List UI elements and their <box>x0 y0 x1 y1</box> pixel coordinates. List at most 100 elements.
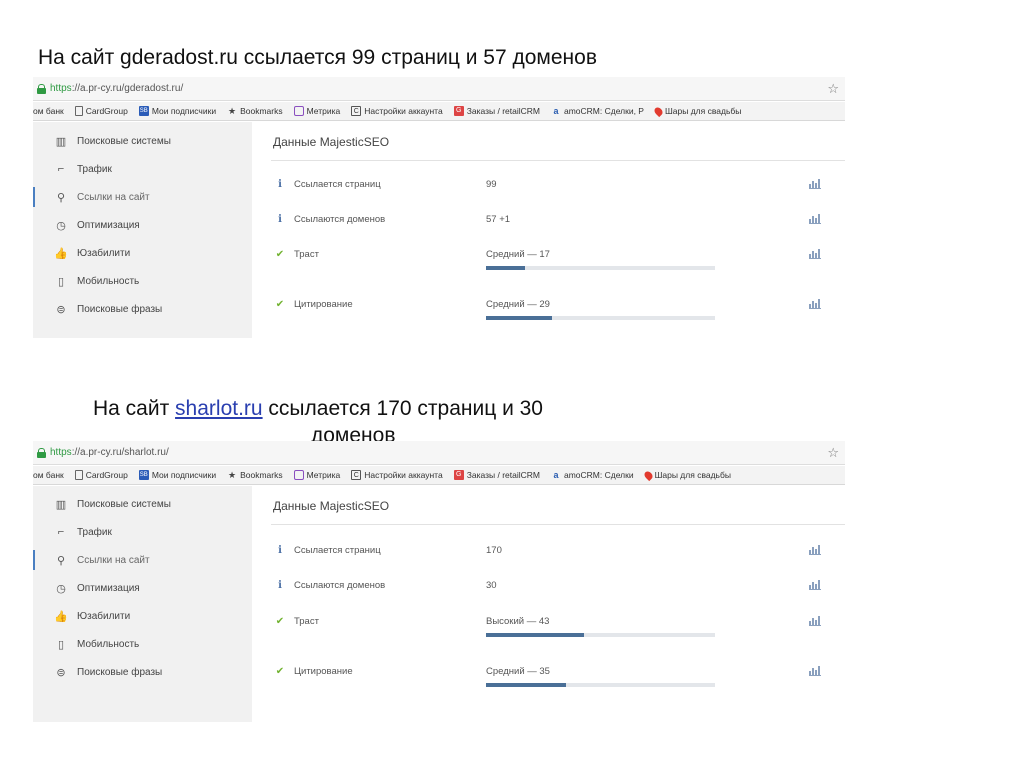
bookmark-label: Шары для свадьбы <box>654 470 731 480</box>
sidebar: ▥ Поисковые системы ⌐ Трафик ⚲ Ссылки на са… <box>33 486 252 722</box>
sidebar-item-search-phrases[interactable]: ⊜ Поисковые фразы <box>33 662 252 682</box>
sidebar-item-mobile[interactable]: ▯ Мобильность <box>33 271 252 291</box>
check-icon: ✔ <box>275 249 285 260</box>
bookmark-item[interactable]: ом банк <box>33 470 64 480</box>
history-chart-icon[interactable] <box>809 249 821 259</box>
bookmark-label: Заказы / retailCRM <box>466 470 540 480</box>
metric-value: 30 <box>486 580 497 591</box>
bookmark-label: Настройки аккаунта <box>364 470 443 480</box>
check-icon: ✔ <box>275 616 285 627</box>
metrika-icon <box>293 470 304 480</box>
info-icon[interactable]: i <box>275 545 285 557</box>
sidebar-item-traffic[interactable]: ⌐ Трафик <box>33 522 252 542</box>
main-panel: Данные MajesticSEO i Ссылается страниц 1… <box>252 486 845 723</box>
bookmark-item[interactable]: ом банк <box>33 106 64 116</box>
metric-value: Средний — 29 <box>486 299 550 310</box>
g-icon: G <box>453 470 464 480</box>
history-chart-icon[interactable] <box>809 666 821 676</box>
bookmark-item[interactable]: a amoCRM: Сделки, Р <box>551 106 644 116</box>
search-systems-icon: ▥ <box>55 498 67 511</box>
sidebar-item-label: Ссылки на сайт <box>77 191 150 203</box>
metric-row: i Ссылаются доменов 30 <box>252 577 845 597</box>
sidebar-item-label: Юзабилити <box>77 247 131 259</box>
bookmark-item[interactable]: ★ Bookmarks <box>227 470 283 480</box>
sidebar-item-optimization[interactable]: ◷ Оптимизация <box>33 578 252 598</box>
c-icon: C <box>351 470 362 480</box>
address-bar[interactable]: https ://a.pr-cy.ru/sharlot.ru/ ☆ <box>33 441 845 465</box>
bookmark-item[interactable]: ★ Bookmarks <box>227 106 283 116</box>
info-icon[interactable]: i <box>275 214 285 226</box>
progress-fill <box>486 266 525 270</box>
doc-icon <box>74 106 83 116</box>
metric-row: i Ссылается страниц 99 <box>252 176 845 196</box>
bookmark-item[interactable]: Метрика <box>293 470 340 480</box>
sidebar-item-search-systems[interactable]: ▥ Поисковые системы <box>33 494 252 514</box>
sidebar: ▥ Поисковые системы ⌐ Трафик ⚲ Ссылки на са… <box>33 122 252 338</box>
divider <box>271 160 845 161</box>
bookmark-item[interactable]: C Настройки аккаунта <box>351 470 443 480</box>
traffic-chart-icon: ⌐ <box>57 526 65 538</box>
pin-icon <box>642 469 654 481</box>
search-systems-icon: ▥ <box>55 135 67 148</box>
bookmark-item[interactable]: Метрика <box>293 106 340 116</box>
bookmark-item[interactable]: SB Мои подписчики <box>138 106 216 116</box>
panel-title: Данные MajesticSEO <box>273 499 390 513</box>
metric-row: ✔ Цитирование Средний — 29 <box>252 296 845 320</box>
history-chart-icon[interactable] <box>809 616 821 626</box>
sidebar-item-search-phrases[interactable]: ⊜ Поисковые фразы <box>33 299 252 319</box>
bookmark-star-icon[interactable]: ☆ <box>827 445 839 461</box>
sidebar-item-links[interactable]: ⚲ Ссылки на сайт <box>33 187 252 207</box>
progress-fill <box>486 633 585 637</box>
traffic-chart-icon: ⌐ <box>57 163 65 175</box>
bookmarks-bar: ом банк CardGroup SB Мои подписчики ★ Book… <box>33 466 845 485</box>
metric-label: Траст <box>294 249 319 260</box>
info-icon[interactable]: i <box>275 580 285 592</box>
bookmark-item[interactable]: CardGroup <box>74 470 128 480</box>
amo-icon: a <box>553 470 559 480</box>
sb-icon: SB <box>138 106 149 116</box>
mobile-icon: ▯ <box>57 275 65 288</box>
thumbs-up-icon: 👍 <box>54 247 68 260</box>
sidebar-item-usability[interactable]: 👍 Юзабилити <box>33 606 252 626</box>
bookmark-label: CardGroup <box>85 470 128 480</box>
amo-icon: a <box>553 106 559 116</box>
progress-fill <box>486 316 553 320</box>
sidebar-item-label: Поисковые системы <box>77 498 171 510</box>
sidebar-item-label: Поисковые фразы <box>77 666 163 678</box>
sb-icon: SB <box>138 470 149 480</box>
bookmark-item[interactable]: CardGroup <box>74 106 128 116</box>
bookmark-item[interactable]: G Заказы / retailCRM <box>453 470 540 480</box>
bookmark-item[interactable]: Шары для свадьбы <box>642 469 731 481</box>
optimization-icon: ◷ <box>56 219 66 232</box>
history-chart-icon[interactable] <box>809 214 821 224</box>
caption-gderadost: На сайт gderadost.ru ссылается 99 страни… <box>38 46 597 69</box>
history-chart-icon[interactable] <box>809 179 821 189</box>
history-chart-icon[interactable] <box>809 580 821 590</box>
sidebar-item-optimization[interactable]: ◷ Оптимизация <box>33 215 252 235</box>
bookmark-item[interactable]: SB Мои подписчики <box>138 470 216 480</box>
sidebar-item-usability[interactable]: 👍 Юзабилити <box>33 243 252 263</box>
bookmark-item[interactable]: a amoCRM: Сделки <box>551 470 633 480</box>
history-chart-icon[interactable] <box>809 299 821 309</box>
bookmark-label: ом банк <box>33 106 64 116</box>
sidebar-item-mobile[interactable]: ▯ Мобильность <box>33 634 252 654</box>
bookmark-item[interactable]: Шары для свадьбы <box>652 105 741 117</box>
sidebar-item-traffic[interactable]: ⌐ Трафик <box>33 159 252 179</box>
bookmark-item[interactable]: C Настройки аккаунта <box>351 106 443 116</box>
sidebar-item-label: Юзабилити <box>77 610 131 622</box>
info-icon[interactable]: i <box>275 179 285 191</box>
metric-value: 170 <box>486 545 502 556</box>
bookmark-item[interactable]: G Заказы / retailCRM <box>453 106 540 116</box>
history-chart-icon[interactable] <box>809 545 821 555</box>
bookmark-star-icon[interactable]: ☆ <box>827 81 839 97</box>
sidebar-item-links[interactable]: ⚲ Ссылки на сайт <box>33 550 252 570</box>
address-bar[interactable]: https ://a.pr-cy.ru/gderadost.ru/ ☆ <box>33 77 845 101</box>
url-scheme: https <box>50 447 72 458</box>
divider <box>271 524 845 525</box>
site-link[interactable]: sharlot.ru <box>175 397 263 420</box>
sidebar-item-label: Поисковые фразы <box>77 303 163 315</box>
sidebar-item-search-systems[interactable]: ▥ Поисковые системы <box>33 131 252 151</box>
check-icon: ✔ <box>275 666 285 677</box>
citation-progress-bar <box>486 683 715 687</box>
pin-icon <box>652 105 665 117</box>
